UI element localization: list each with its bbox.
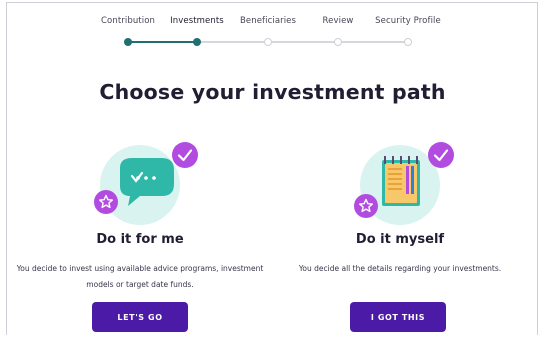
step-dot-beneficiaries [264,38,272,46]
page-title: Choose your investment path [99,80,446,104]
step-dot-security-profile [404,38,412,46]
step-label-investments[interactable]: Investments [170,16,224,26]
progress-track-completed [128,41,197,43]
star-badge-icon [94,190,118,214]
option-card-do-it-myself: Do it myself You decide all the details … [270,140,530,332]
step-label-security-profile[interactable]: Security Profile [375,16,441,26]
option-card-do-it-for-me: Do it for me You decide to invest using … [10,140,270,332]
notebook-illustration [340,140,460,235]
option-description: You decide to invest using available adv… [16,264,264,289]
i-got-this-button[interactable]: I GOT THIS [350,302,446,332]
checkmark-badge-icon [428,142,454,168]
step-dot-investments [193,38,201,46]
option-description: You decide all the details regarding you… [298,264,502,273]
step-dot-contribution [124,38,132,46]
progress-track-remaining [197,41,408,43]
star-badge-icon [354,194,378,218]
step-dot-review [334,38,342,46]
step-label-beneficiaries[interactable]: Beneficiaries [240,16,296,26]
progress-stepper: Contribution Investments Beneficiaries R… [0,0,545,60]
option-title: Do it for me [96,232,184,247]
step-label-contribution[interactable]: Contribution [101,16,155,26]
step-label-review[interactable]: Review [323,16,354,26]
chat-bubble-illustration [80,140,200,235]
option-title: Do it myself [355,232,445,247]
checkmark-badge-icon [172,142,198,168]
lets-go-button[interactable]: LET'S GO [92,302,188,332]
